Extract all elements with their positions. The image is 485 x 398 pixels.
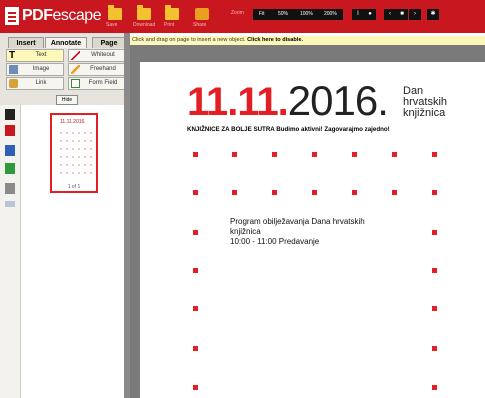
tool-grid: T Text Whiteout Image Freehand Link Form… [6, 49, 126, 101]
print-folder-icon[interactable] [165, 5, 179, 20]
comment-icon[interactable] [5, 201, 15, 207]
red-square [193, 385, 198, 390]
red-square [193, 306, 198, 311]
date-year: 2016. [287, 77, 389, 124]
hide-button[interactable]: Hide [56, 95, 78, 105]
pencil-icon [71, 65, 80, 74]
text-tool-button[interactable]: T Text [6, 49, 64, 62]
program-line3: 10:00 - 11:00 Predavanje [230, 237, 320, 246]
next-page-icon[interactable]: › [409, 9, 421, 20]
red-square [392, 152, 397, 157]
whiteout-tool-label: Whiteout [91, 52, 115, 58]
pdf-icon[interactable] [5, 125, 15, 136]
red-square [352, 190, 357, 195]
share-label: Share [193, 22, 207, 28]
download-icon[interactable] [5, 163, 15, 174]
red-square [193, 190, 198, 195]
image-tool-label: Image [32, 66, 50, 72]
text-tool-label: Text [35, 52, 47, 58]
zoom-100-button[interactable]: 100% [300, 9, 313, 20]
cursor-icon[interactable]: I [352, 9, 364, 20]
red-square [392, 190, 397, 195]
program-line2: knjižnica [230, 227, 261, 236]
page-icon[interactable] [5, 109, 15, 120]
info-bar: Click and drag on page to insert a new o… [130, 36, 485, 45]
red-square [272, 190, 277, 195]
image-icon [9, 65, 18, 74]
zoom-label: Zoom [231, 10, 244, 16]
red-square [232, 152, 237, 157]
left-panel: Insert Annotate Page T Text Whiteout Ima… [0, 33, 130, 398]
settings-icon[interactable]: ✱ [427, 9, 439, 20]
paint-icon[interactable] [195, 8, 209, 20]
page-thumbnail[interactable]: 11.11.2016. 1 of 1 [50, 113, 98, 193]
logo-text-normal: escape [52, 7, 102, 24]
tab-annotate[interactable]: Annotate [45, 37, 87, 48]
print-label: Print [164, 22, 175, 28]
link-icon [9, 79, 18, 88]
save-icon[interactable] [5, 145, 15, 156]
hand-icon[interactable]: ● [364, 9, 376, 20]
whiteout-tool-button[interactable]: Whiteout [68, 49, 126, 62]
thumbnail-page-label: 1 of 1 [67, 184, 81, 190]
dan-block: Dan hrvatskih knjižnica [403, 86, 447, 119]
download-label: Download [133, 22, 156, 28]
logo-text-bold: PDF [22, 7, 53, 24]
red-square [432, 230, 437, 235]
date-red: 11.11. [187, 80, 289, 124]
document-icon [5, 7, 19, 25]
red-square [193, 346, 198, 351]
red-square [432, 385, 437, 390]
save-label: Save [106, 22, 118, 28]
date-heading: 11.11.2016. [187, 77, 389, 124]
pdf-page[interactable]: 11.11.2016. Dan hrvatskih knjižnica KNJI… [140, 62, 485, 398]
red-square [272, 152, 277, 157]
red-square [432, 268, 437, 273]
program-text[interactable]: Program obilježavanja Dana hrvatskih knj… [230, 217, 365, 247]
tab-insert[interactable]: Insert [8, 37, 44, 48]
zoom-50-button[interactable]: 50% [278, 9, 288, 20]
disable-link[interactable]: Click here to disable. [247, 37, 303, 43]
thumbnail-title: 11.11.2016. [60, 119, 86, 125]
red-square [193, 230, 198, 235]
thumbnail-pane: 11.11.2016. 1 of 1 [20, 105, 124, 398]
top-toolbar: PDFescape Save Download Print Share Zoom… [0, 0, 485, 33]
program-line1: Program obilježavanja Dana hrvatskih [230, 217, 365, 226]
red-square [232, 190, 237, 195]
red-square [352, 152, 357, 157]
link-tool-label: Link [35, 80, 47, 86]
red-square [432, 346, 437, 351]
save-folder-icon[interactable] [108, 5, 122, 20]
pdfescape-logo[interactable]: PDFescape [5, 6, 102, 26]
tab-page[interactable]: Page [92, 37, 126, 48]
form-field-icon [71, 79, 80, 88]
red-square [432, 306, 437, 311]
image-tool-button[interactable]: Image [6, 63, 64, 76]
form-field-tool-button[interactable]: Form Field [68, 77, 126, 90]
whiteout-icon [71, 51, 80, 60]
link-tool-button[interactable]: Link [6, 77, 64, 90]
red-square [193, 268, 198, 273]
text-icon: T [9, 50, 16, 61]
freehand-tool-button[interactable]: Freehand [68, 63, 126, 76]
download-folder-icon[interactable] [137, 5, 151, 20]
zoom-fit-button[interactable]: Fit [259, 9, 265, 20]
print-icon[interactable] [5, 183, 15, 194]
info-text: Click and drag on page to insert a new o… [132, 37, 246, 43]
dan-line3: knjižnica [403, 107, 446, 119]
red-square [312, 152, 317, 157]
red-square [193, 152, 198, 157]
slogan-text: KNJIŽNICE ZA BOLJE SUTRA Budimo aktivni!… [187, 126, 390, 133]
thumbnail-dots [58, 129, 92, 179]
freehand-tool-label: Freehand [90, 66, 116, 72]
red-square [312, 190, 317, 195]
red-square [432, 190, 437, 195]
prev-page-icon[interactable]: ‹ [384, 9, 396, 20]
zoom-200-button[interactable]: 200% [324, 9, 337, 20]
sidebar-icon-column [0, 105, 20, 398]
lock-icon[interactable]: ■ [396, 9, 408, 20]
form-field-tool-label: Form Field [88, 80, 118, 86]
red-square [432, 152, 437, 157]
